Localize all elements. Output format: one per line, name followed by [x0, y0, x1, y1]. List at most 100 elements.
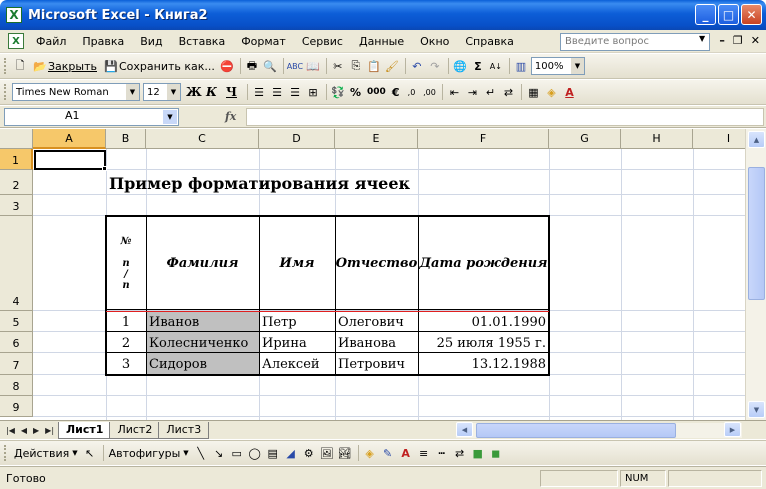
scroll-right-icon[interactable]: ▶: [724, 422, 741, 437]
euro-button[interactable]: €: [390, 82, 402, 102]
wrap-icon[interactable]: ↵: [482, 84, 498, 100]
menu-file[interactable]: Файл: [28, 35, 74, 48]
row-header-4[interactable]: 4: [0, 216, 33, 311]
select-all-corner[interactable]: [0, 129, 33, 149]
line-style-icon[interactable]: ≡: [416, 445, 432, 461]
cut-icon[interactable]: ✂: [330, 58, 346, 74]
workbook-icon[interactable]: X: [8, 33, 24, 49]
3d-icon[interactable]: ◼: [488, 445, 504, 461]
row-header-2[interactable]: 2: [0, 170, 33, 195]
line-icon[interactable]: ╲: [193, 445, 209, 461]
cell-birthdate[interactable]: 13.12.1988: [418, 354, 546, 374]
save-as-button[interactable]: 💾 Сохранить как...: [101, 56, 217, 76]
autoshapes-menu[interactable]: Автофигуры ▼: [107, 443, 191, 463]
next-sheet-icon[interactable]: ▶: [33, 426, 39, 435]
scroll-down-icon[interactable]: ▼: [748, 401, 765, 418]
decrease-decimal-icon[interactable]: ,00: [421, 84, 437, 100]
col-header-g[interactable]: G: [549, 129, 621, 149]
formula-input[interactable]: [246, 107, 764, 126]
name-box[interactable]: A1 ▼: [4, 107, 179, 126]
last-sheet-icon[interactable]: ▶|: [45, 426, 54, 435]
header-name[interactable]: Имя: [259, 217, 335, 309]
vertical-scrollbar[interactable]: ▲ ▼: [745, 129, 766, 420]
increase-indent-icon[interactable]: ⇥: [464, 84, 480, 100]
menu-tools[interactable]: Сервис: [294, 35, 351, 48]
format-painter-icon[interactable]: 🖌: [384, 58, 400, 74]
tab-sheet1[interactable]: Лист1: [58, 421, 112, 439]
cell-patronymic[interactable]: Олегович: [338, 312, 416, 332]
merge-center-icon[interactable]: ⊞: [305, 84, 321, 100]
tab-sheet2[interactable]: Лист2: [109, 421, 161, 439]
underline-button[interactable]: Ч: [224, 82, 242, 102]
borders-icon[interactable]: ▦: [525, 84, 541, 100]
undo-icon[interactable]: ↶: [409, 58, 425, 74]
print-preview-icon[interactable]: 🔍: [262, 58, 278, 74]
header-num[interactable]: № п / п: [107, 217, 145, 309]
header-birthdate[interactable]: Дата рождения: [418, 217, 549, 309]
maximize-button[interactable]: □: [718, 4, 739, 25]
help-search-input[interactable]: Введите вопрос: [560, 33, 710, 51]
copy-icon[interactable]: ⎘: [348, 58, 364, 74]
sort-icon[interactable]: A↓: [488, 58, 504, 74]
zoom-select[interactable]: 100% ▼: [530, 57, 585, 75]
diagram-icon[interactable]: ⚙: [301, 445, 317, 461]
cell-surname[interactable]: Сидоров: [149, 354, 257, 374]
menu-data[interactable]: Данные: [351, 35, 412, 48]
menu-insert[interactable]: Вставка: [171, 35, 234, 48]
text-direction-icon[interactable]: ⇄: [500, 84, 516, 100]
cell-num[interactable]: 3: [107, 354, 145, 374]
row-header-7[interactable]: 7: [0, 353, 33, 375]
col-header-d[interactable]: D: [259, 129, 335, 149]
toolbar-grip[interactable]: [4, 84, 7, 100]
doc-minimize-button[interactable]: –: [719, 34, 725, 47]
row-header-5[interactable]: 5: [0, 311, 33, 332]
font-color-icon[interactable]: A: [561, 84, 577, 100]
horizontal-scroll-thumb[interactable]: [476, 423, 676, 438]
increase-decimal-icon[interactable]: ,0: [403, 84, 419, 100]
close-button[interactable]: ✕: [741, 4, 762, 25]
textbox-icon[interactable]: ▤: [265, 445, 281, 461]
cell-surname[interactable]: Колесниченко: [149, 333, 257, 353]
arrow-style-icon[interactable]: ⇄: [452, 445, 468, 461]
actions-menu[interactable]: Действия ▼: [12, 443, 80, 463]
arrow-icon[interactable]: ↘: [211, 445, 227, 461]
header-patronymic[interactable]: Отчество: [335, 217, 418, 309]
prev-sheet-icon[interactable]: ◀: [21, 426, 27, 435]
wordart-icon[interactable]: ◢: [283, 445, 299, 461]
fill-color-icon[interactable]: ◈: [543, 84, 559, 100]
line-color-icon[interactable]: ✎: [380, 445, 396, 461]
row-header-3[interactable]: 3: [0, 195, 33, 216]
help-dropdown-icon[interactable]: ▼: [699, 34, 705, 43]
toolbar-grip[interactable]: [4, 445, 7, 461]
cell-patronymic[interactable]: Петрович: [338, 354, 416, 374]
col-header-f[interactable]: F: [418, 129, 549, 149]
bold-button[interactable]: Ж: [184, 82, 202, 102]
toolbar-grip[interactable]: [4, 58, 7, 74]
align-left-icon[interactable]: ☰: [251, 84, 267, 100]
sheet-title-cell[interactable]: Пример форматирования ячеек: [109, 174, 410, 193]
worksheet-grid[interactable]: A B C D E F G H I 1 2 3 4 5 6 7 8 9 Прим…: [0, 129, 745, 420]
col-header-b[interactable]: B: [106, 129, 146, 149]
paste-icon[interactable]: 📋: [366, 58, 382, 74]
col-header-h[interactable]: H: [621, 129, 693, 149]
tab-sheet3[interactable]: Лист3: [158, 421, 210, 439]
select-objects-icon[interactable]: ↖: [82, 445, 98, 461]
new-icon[interactable]: 🗋: [12, 58, 28, 74]
decrease-indent-icon[interactable]: ⇤: [446, 84, 462, 100]
scroll-left-icon[interactable]: ◀: [456, 422, 473, 437]
active-cell-a1[interactable]: [34, 150, 106, 170]
menu-format[interactable]: Формат: [233, 35, 294, 48]
cell-birthdate[interactable]: 25 июля 1955 г.: [418, 333, 546, 353]
italic-button[interactable]: К: [204, 82, 222, 102]
currency-icon[interactable]: 💱: [330, 84, 346, 100]
menu-view[interactable]: Вид: [132, 35, 170, 48]
row-header-1[interactable]: 1: [0, 149, 33, 170]
permission-icon[interactable]: ⛔: [219, 58, 235, 74]
cell-patronymic[interactable]: Иванова: [338, 333, 416, 353]
vertical-scroll-thumb[interactable]: [748, 167, 765, 300]
font-name-select[interactable]: Times New Roman ▼: [12, 83, 140, 101]
cell-birthdate[interactable]: 01.01.1990: [418, 312, 546, 332]
cell-num[interactable]: 2: [107, 333, 145, 353]
cell-name[interactable]: Алексей: [262, 354, 334, 374]
rectangle-icon[interactable]: ▭: [229, 445, 245, 461]
